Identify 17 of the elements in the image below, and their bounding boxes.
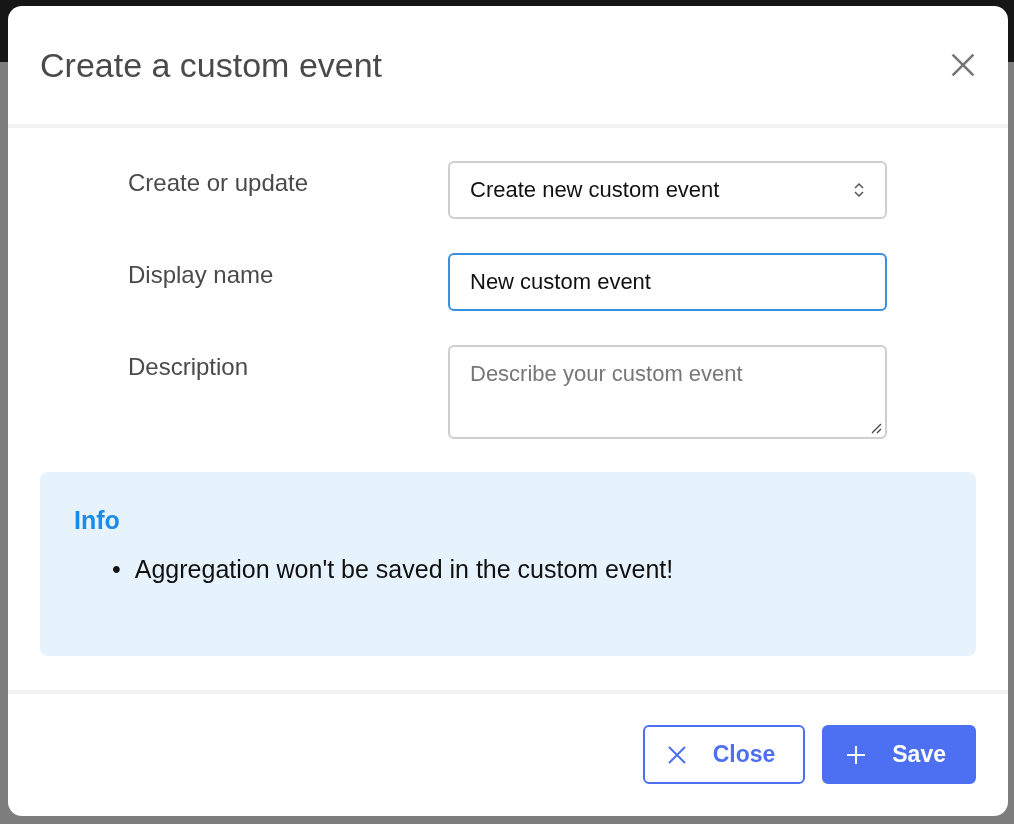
close-icon <box>950 52 976 78</box>
plus-icon <box>846 744 867 765</box>
field-label: Create or update <box>128 168 309 198</box>
info-item: Aggregation won't be saved in the custom event! <box>134 554 674 585</box>
close-icon <box>666 744 687 765</box>
textarea-field[interactable]: Describe your custom event <box>448 345 887 439</box>
field-label: Description <box>128 352 249 382</box>
dialog-title: Create a custom event <box>40 45 383 85</box>
bullet: • <box>112 554 121 585</box>
input-field[interactable]: New custom event <box>448 253 887 311</box>
resize-handle-icon[interactable] <box>870 422 882 434</box>
info-title: Info <box>74 506 121 535</box>
chevron-updown-icon <box>853 181 865 199</box>
select-field[interactable]: Create new custom event <box>448 161 887 219</box>
close-button[interactable]: Close <box>642 725 806 784</box>
field-label: Display name <box>128 260 274 290</box>
save-button[interactable]: Save <box>822 725 976 784</box>
